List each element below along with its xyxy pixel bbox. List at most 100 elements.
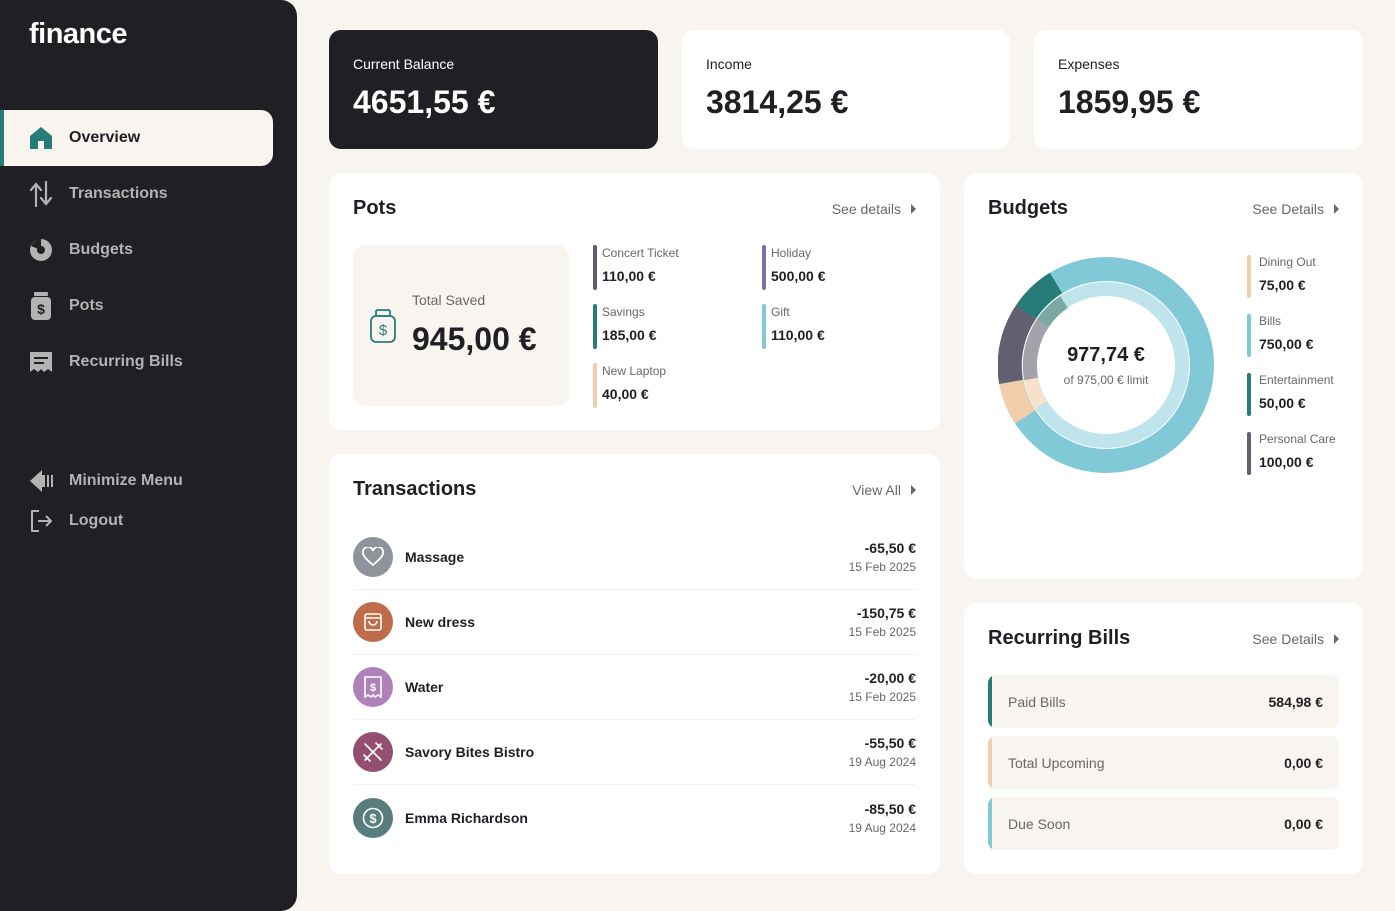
- transaction-name: Emma Richardson: [405, 809, 528, 826]
- transaction-name: New dress: [405, 614, 476, 630]
- budget-spent-amount: 977,74 €: [1067, 343, 1145, 366]
- budgets-card: Budgets See Details 977,74 € of 975,00 €…: [964, 173, 1363, 579]
- transaction-amount: -55,50 €: [864, 735, 916, 751]
- bill-value: 584,98 €: [1268, 693, 1324, 710]
- budget-name: Entertainment: [1259, 373, 1334, 387]
- bill-name: Due Soon: [1008, 815, 1071, 832]
- link-label: See Details: [1252, 631, 1324, 647]
- jar-icon: $: [28, 292, 54, 320]
- link-label: See details: [831, 201, 901, 217]
- arrows-up-down-icon: [28, 181, 54, 207]
- bill-value: 0,00 €: [1284, 815, 1323, 832]
- bill-value: 0,00 €: [1284, 754, 1323, 771]
- pots-title: Pots: [353, 197, 397, 219]
- svg-text:$: $: [370, 682, 376, 694]
- transaction-amount: -150,75 €: [856, 605, 916, 621]
- transaction-date: 15 Feb 2025: [848, 560, 916, 574]
- svg-text:$: $: [37, 301, 45, 317]
- pot-value: 110,00 €: [771, 327, 825, 343]
- logout-icon: [28, 508, 54, 534]
- nav-item-label: Transactions: [69, 185, 168, 202]
- nav-item-label: Pots: [69, 297, 104, 314]
- caret-right-icon: [911, 485, 916, 495]
- home-icon: [28, 125, 54, 151]
- nav-item-transactions[interactable]: Transactions: [0, 166, 273, 222]
- budget-donut-chart: 977,74 € of 975,00 € limit: [997, 257, 1214, 473]
- arrow-left-icon: [28, 468, 54, 494]
- budget-value: 75,00 €: [1259, 277, 1306, 293]
- transaction-amount: -20,00 €: [864, 670, 916, 686]
- transactions-view-all-link[interactable]: View All: [852, 482, 916, 498]
- table-row[interactable]: Savory Bites Bistro -55,50 € 19 Aug 2024: [353, 720, 916, 785]
- transaction-name: Water: [405, 679, 444, 695]
- legend-color-bar: [1247, 314, 1251, 357]
- pot-value: 110,00 €: [602, 268, 656, 284]
- nav-item-label: Budgets: [69, 241, 133, 258]
- budget-value: 750,00 €: [1259, 336, 1314, 352]
- current-balance-card: Current Balance 4651,55 €: [329, 30, 658, 149]
- dollar-icon: $: [353, 797, 393, 838]
- logout-button[interactable]: Logout: [0, 503, 273, 539]
- bill-summary-row: Total Upcoming 0,00 €: [988, 736, 1339, 789]
- bill-summary-row: Paid Bills 584,98 €: [988, 675, 1339, 728]
- budgets-title: Budgets: [988, 197, 1068, 219]
- pot-name: Gift: [771, 305, 790, 319]
- pot-item: New Laptop 40,00 €: [593, 363, 666, 408]
- legend-color-bar: [1247, 255, 1251, 298]
- bill-name: Total Upcoming: [1008, 754, 1105, 771]
- minimize-menu-button[interactable]: Minimize Menu: [0, 463, 273, 499]
- nav-item-budgets[interactable]: Budgets: [0, 222, 273, 278]
- caret-right-icon: [1334, 204, 1339, 214]
- app-logo: finance: [29, 18, 128, 50]
- income-card: Income 3814,25 €: [682, 30, 1010, 149]
- pot-name: Concert Ticket: [602, 246, 679, 260]
- table-row[interactable]: New dress -150,75 € 15 Feb 2025: [353, 590, 916, 655]
- pie-chart-icon: [28, 237, 54, 263]
- transactions-card: Transactions View All Massage -65,50 € 1…: [329, 454, 940, 874]
- pot-value: 185,00 €: [602, 327, 657, 343]
- table-row[interactable]: $ Water -20,00 € 15 Feb 2025: [353, 655, 916, 720]
- legend-color-bar: [1247, 432, 1251, 475]
- transaction-date: 19 Aug 2024: [848, 820, 916, 835]
- income-label: Income: [706, 56, 752, 72]
- pots-card: Pots See details $ Total Saved 945,00 € …: [329, 173, 940, 430]
- nav-item-label: Recurring Bills: [69, 353, 183, 370]
- current-balance-label: Current Balance: [353, 56, 455, 72]
- expenses-label: Expenses: [1058, 56, 1120, 72]
- bill-summary-row: Due Soon 0,00 €: [988, 797, 1339, 850]
- budget-legend-item: Bills 750,00 €: [1247, 314, 1314, 357]
- nav-item-overview[interactable]: Overview: [0, 110, 273, 166]
- nav-item-recurring-bills[interactable]: Recurring Bills: [0, 334, 273, 390]
- sidebar: finance Overview Transactions Budgets $ …: [0, 0, 297, 911]
- expenses-amount: 1859,95 €: [1058, 84, 1201, 120]
- pots-see-details-link[interactable]: See details: [832, 201, 916, 217]
- budget-name: Dining Out: [1259, 255, 1316, 269]
- transaction-date: 15 Feb 2025: [848, 625, 916, 639]
- heart-icon: [353, 537, 393, 577]
- pot-name: Savings: [602, 305, 645, 319]
- nav-item-label: Overview: [69, 129, 141, 146]
- bill-accent-bar: [988, 675, 992, 728]
- pot-color-bar: [762, 304, 766, 349]
- svg-text:$: $: [379, 322, 388, 339]
- bills-see-details-link[interactable]: See Details: [1252, 631, 1339, 647]
- table-row[interactable]: Massage -65,50 € 15 Feb 2025: [353, 525, 916, 590]
- total-saved-amount: 945,00 €: [412, 321, 537, 357]
- budget-name: Personal Care: [1259, 432, 1336, 446]
- pot-color-bar: [762, 245, 766, 290]
- bill-accent-bar: [988, 797, 992, 850]
- pot-item: Savings 185,00 €: [593, 304, 657, 349]
- transaction-amount: -65,50 €: [864, 540, 916, 556]
- budgets-see-details-link[interactable]: See Details: [1252, 201, 1339, 217]
- transactions-title: Transactions: [353, 478, 477, 500]
- current-balance-amount: 4651,55 €: [353, 84, 496, 120]
- budget-name: Bills: [1259, 314, 1282, 328]
- table-row[interactable]: $ Emma Richardson -85,50 € 19 Aug 2024: [353, 785, 916, 850]
- caret-right-icon: [1334, 634, 1339, 644]
- transaction-name: Savory Bites Bistro: [405, 744, 535, 760]
- nav-item-pots[interactable]: $ Pots: [0, 278, 273, 334]
- shopping-bag-icon: [353, 602, 393, 642]
- transaction-date: 15 Feb 2025: [848, 690, 916, 704]
- recurring-bills-card: Recurring Bills See Details Paid Bills 5…: [964, 603, 1363, 874]
- pot-value: 40,00 €: [602, 386, 649, 402]
